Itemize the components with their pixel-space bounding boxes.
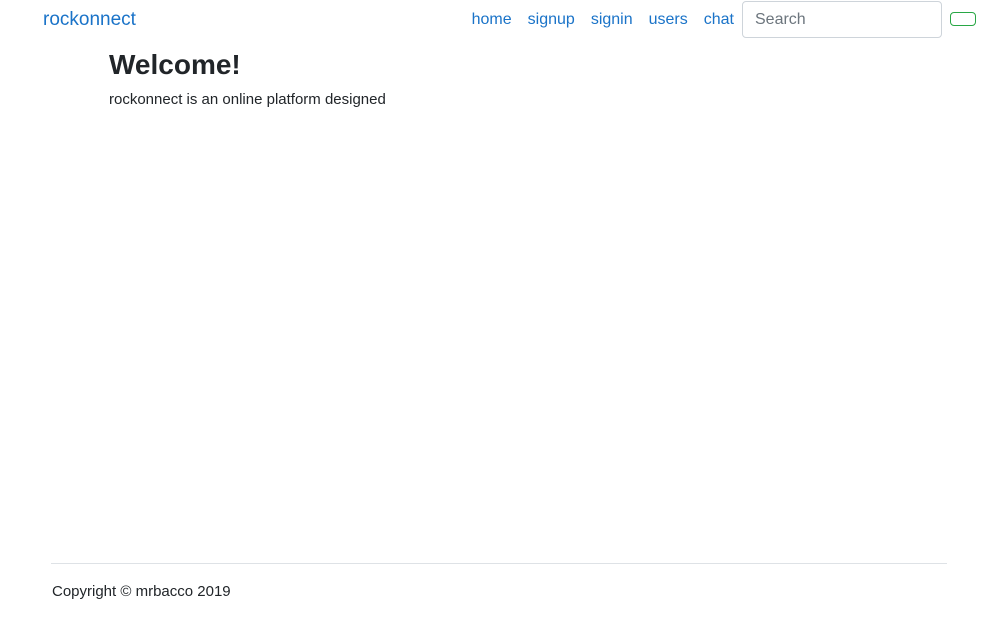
nav-link-home[interactable]: home	[472, 8, 512, 32]
page-description: rockonnect is an online platform designe…	[109, 91, 386, 108]
main-content: Welcome! rockonnect is an online platfor…	[109, 48, 929, 110]
search-button[interactable]	[950, 12, 976, 26]
search-input[interactable]	[742, 1, 942, 38]
nav-link-signup[interactable]: signup	[528, 8, 575, 32]
brand-link[interactable]: rockonnect	[43, 8, 136, 32]
nav-links: home signup signin users chat	[472, 8, 734, 32]
nav-link-chat[interactable]: chat	[704, 8, 734, 32]
navbar: rockonnect home signup signin users chat	[0, 0, 986, 40]
page: rockonnect home signup signin users chat…	[0, 0, 986, 626]
nav-link-signin[interactable]: signin	[591, 8, 633, 32]
nav-link-users[interactable]: users	[649, 8, 688, 32]
footer-copyright: Copyright © mrbacco 2019	[52, 583, 231, 600]
footer-divider	[51, 563, 947, 564]
page-title: Welcome!	[109, 49, 241, 80]
